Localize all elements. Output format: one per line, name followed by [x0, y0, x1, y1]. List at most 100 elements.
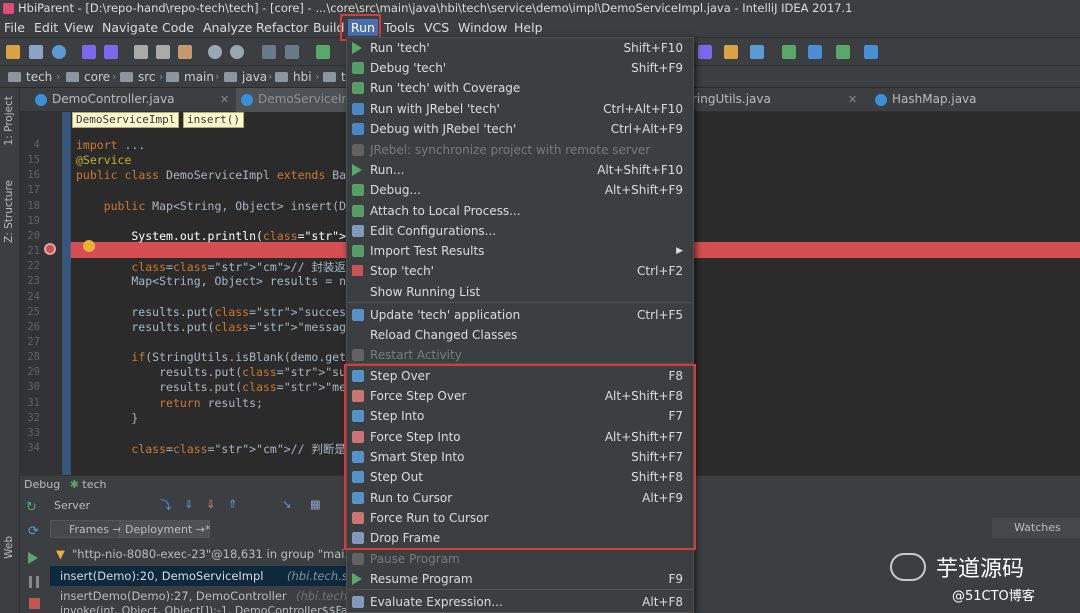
code-line: return results;	[159, 395, 263, 410]
run-menu-item-label: Stop 'tech'	[370, 264, 434, 278]
run-menu-item-debug-tech[interactable]: Debug 'tech' Shift+F9	[347, 58, 693, 78]
menu-refactor[interactable]: Refactor	[256, 20, 308, 35]
window-title-bar: HbiParent - [D:\repo-hand\repo-tech\tech…	[0, 0, 1080, 17]
replace-icon[interactable]	[230, 45, 244, 59]
frame-row[interactable]: insertDemo(Demo):27, DemoController (hbi…	[50, 586, 366, 606]
breadcrumb-method[interactable]: insert()	[183, 112, 244, 128]
help-icon[interactable]	[808, 45, 822, 59]
project-tool-button[interactable]: 1: Project	[3, 96, 15, 145]
settings-icon[interactable]	[724, 45, 738, 59]
run-menu-item-shortcut: Alt+Shift+F10	[597, 163, 683, 177]
stop-icon[interactable]	[29, 598, 40, 609]
run-menu-item-label: Pause Program	[370, 552, 460, 566]
run-menu-item-reload-changed-classes[interactable]: Reload Changed Classes	[347, 325, 693, 345]
save-icon[interactable]	[29, 45, 43, 59]
run-menu-item-run-tech-with-coverage[interactable]: Run 'tech' with Coverage	[347, 78, 693, 98]
frame-row-selected[interactable]: insert(Demo):20, DemoServiceImpl (hbi.te…	[50, 566, 387, 586]
run-menu-item-debug[interactable]: Debug... Alt+Shift+F9	[347, 180, 693, 200]
run-menu-item-edit-configurations[interactable]: Edit Configurations...	[347, 221, 693, 241]
copy-icon[interactable]	[156, 45, 170, 59]
breakpoint-icon[interactable]	[44, 243, 56, 255]
back-icon[interactable]	[262, 45, 276, 59]
run-menu-item-run[interactable]: Run... Alt+Shift+F10	[347, 160, 693, 180]
chevron-right-icon: ›	[159, 70, 164, 83]
run-menu-item-attach-to-local-process[interactable]: Attach to Local Process...	[347, 201, 693, 221]
menu-view[interactable]: View	[64, 20, 94, 35]
build-icon[interactable]	[316, 45, 330, 59]
close-icon[interactable]: ✕	[848, 88, 857, 111]
run-menu-item-evaluate-expression[interactable]: Evaluate Expression... Alt+F8	[347, 592, 693, 612]
server-tab[interactable]: Server	[54, 499, 90, 512]
line-number: 16	[27, 169, 40, 182]
run-menu-item-import-test-results[interactable]: Import Test Results ▶	[347, 241, 693, 261]
vcs-update-icon[interactable]	[836, 45, 850, 59]
menu-vcs[interactable]: VCS	[424, 20, 449, 35]
tab-demoserviceimpl[interactable]: DemoServiceIm	[236, 88, 356, 112]
run-to-cursor-toolbar-icon[interactable]: ↘	[282, 497, 292, 511]
rerun-icon[interactable]: ↻	[26, 500, 37, 515]
undo-icon[interactable]	[82, 45, 96, 59]
step-over-toolbar-icon[interactable]: ⤵	[160, 497, 172, 513]
intention-bulb-icon[interactable]	[83, 240, 95, 252]
menu-file[interactable]: File	[4, 20, 25, 35]
thread-selector[interactable]: ▼ "http-nio-8080-exec-23"@18,631 in grou…	[50, 544, 370, 564]
redo-icon[interactable]	[104, 45, 118, 59]
tab-stringutils[interactable]: ringUtils.java ✕	[674, 88, 864, 112]
structure-tool-button[interactable]: Z: Structure	[3, 180, 15, 243]
menu-code[interactable]: Code	[162, 20, 194, 35]
run-menu-item-run-with-jrebel-tech[interactable]: Run with JRebel 'tech' Ctrl+Alt+F10	[347, 99, 693, 119]
run-menu-item-run-tech[interactable]: Run 'tech' Shift+F10	[347, 38, 693, 58]
menu-window[interactable]: Window	[458, 20, 507, 35]
project-structure-icon[interactable]	[750, 45, 764, 59]
open-icon[interactable]	[6, 45, 20, 59]
find-icon[interactable]	[208, 45, 222, 59]
cut-icon[interactable]	[134, 45, 148, 59]
nav-crumb-t[interactable]: t	[323, 70, 346, 84]
run-menu-item-debug-with-jrebel-tech[interactable]: Debug with JRebel 'tech' Ctrl+Alt+F9	[347, 119, 693, 139]
run-menu-item-update-tech-application[interactable]: Update 'tech' application Ctrl+F5	[347, 305, 693, 325]
menu-edit[interactable]: Edit	[34, 20, 58, 35]
run-menu-item-stop-tech[interactable]: Stop 'tech' Ctrl+F2	[347, 261, 693, 281]
frame-row[interactable]: invoke(int, Object, Object[]):-1, DemoCo…	[50, 604, 366, 613]
nav-crumb-tech[interactable]: tech	[8, 70, 52, 84]
restart-icon	[352, 349, 364, 361]
tab-frames[interactable]: Frames →*	[50, 520, 127, 538]
step-into-toolbar-icon[interactable]: ⇓	[184, 497, 194, 511]
sdk-icon[interactable]	[782, 45, 796, 59]
nav-crumb-java[interactable]: java	[224, 70, 267, 84]
menu-navigate[interactable]: Navigate	[102, 20, 158, 35]
breadcrumb-class[interactable]: DemoServiceImpl	[72, 112, 180, 128]
import-icon	[352, 245, 364, 257]
force-step-into-toolbar-icon[interactable]: ⇓	[206, 497, 216, 511]
nav-crumb-src[interactable]: src	[120, 70, 156, 84]
web-tool-button[interactable]: Web	[3, 536, 15, 559]
evaluate-toolbar-icon[interactable]: ▦	[310, 497, 321, 511]
nav-crumb-hbi[interactable]: hbi	[275, 70, 312, 84]
menu-analyze[interactable]: Analyze	[203, 20, 252, 35]
run-menu-item-resume-program[interactable]: Resume Program F9	[347, 569, 693, 589]
line-number: 33	[27, 426, 40, 439]
nav-crumb-main[interactable]: main	[166, 70, 214, 84]
tab-democontroller[interactable]: DemoController.java ✕	[30, 88, 235, 112]
menu-help[interactable]: Help	[514, 20, 543, 35]
wechat-logo-icon	[890, 553, 926, 581]
paste-icon[interactable]	[178, 45, 192, 59]
line-number: 26	[27, 320, 40, 333]
revert-icon[interactable]	[698, 45, 712, 59]
resume-side-icon[interactable]: ⟳	[28, 524, 39, 539]
evaluate-icon	[352, 596, 364, 608]
run-menu-item-show-running-list[interactable]: Show Running List	[347, 282, 693, 302]
forward-icon[interactable]	[285, 45, 299, 59]
tab-deployment[interactable]: Deployment →*	[120, 520, 211, 538]
nav-crumb-core[interactable]: core	[66, 70, 110, 84]
close-icon[interactable]: ✕	[220, 88, 229, 111]
watches-panel-header[interactable]: Watches	[992, 518, 1080, 538]
tab-hashmap[interactable]: HashMap.java	[870, 88, 1080, 112]
sync-icon[interactable]	[52, 45, 66, 59]
pause-icon[interactable]	[29, 576, 39, 588]
line-number: 24	[27, 290, 40, 303]
menu-tools[interactable]: Tools	[384, 20, 415, 35]
jrebel-panel-icon[interactable]	[864, 45, 878, 59]
resume-program-icon[interactable]	[28, 552, 38, 564]
step-out-toolbar-icon[interactable]: ⇑	[228, 497, 238, 511]
